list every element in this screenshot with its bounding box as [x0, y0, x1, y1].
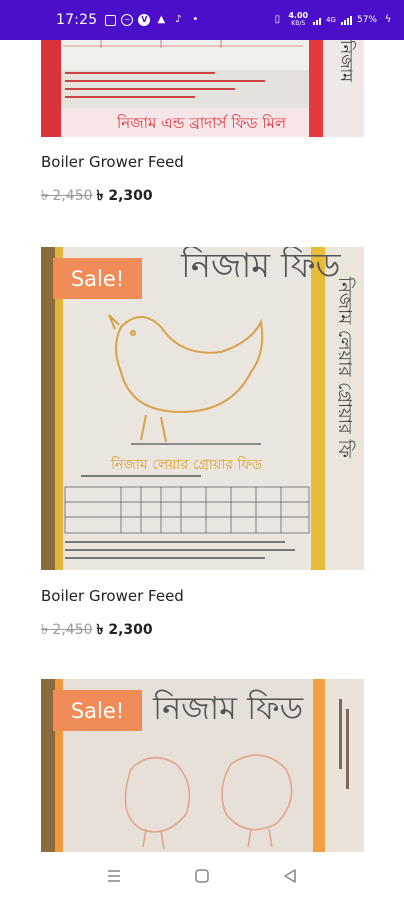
- sale-badge: Sale!: [53, 258, 142, 299]
- svg-text:নিজাম: নিজাম: [337, 40, 356, 83]
- dot-icon: •: [192, 14, 199, 25]
- battery-level: 57%: [356, 15, 377, 25]
- sale-badge: Sale!: [53, 690, 142, 731]
- price-row: ৳ 2,450 ৳ 2,300: [41, 618, 153, 642]
- network-speed-unit: KB/S: [291, 20, 306, 27]
- old-price: ৳ 2,450: [41, 622, 93, 638]
- status-time: 17:25: [56, 12, 98, 28]
- product-image[interactable]: নিজাম ফিড Sale!: [41, 679, 364, 852]
- svg-text:নিজাম লেয়ার গ্রোয়ার ফি: নিজাম লেয়ার গ্রোয়ার ফি: [334, 276, 355, 459]
- charging-icon: ϟ: [384, 14, 392, 25]
- price-row: ৳ 2,450 ৳ 2,300: [41, 184, 153, 208]
- old-price: ৳ 2,450: [41, 188, 93, 204]
- svg-text:নিজাম ফিড: নিজাম ফিড: [152, 689, 304, 727]
- recents-icon: [108, 870, 120, 882]
- back-button[interactable]: [278, 864, 302, 888]
- system-icons: ▯ 4.00 KB/S 4G 57% ϟ: [271, 12, 394, 28]
- messenger-icon: ~: [121, 14, 134, 26]
- product-list: নিজাম এন্ড ব্রাদার্স ফিড মিল নিজাম Boile…: [0, 40, 404, 852]
- back-icon: [284, 869, 296, 883]
- sale-price: ৳ 2,300: [96, 188, 153, 204]
- network-speed: 4.00 KB/S: [288, 12, 308, 28]
- wifi-signal-icon: [313, 15, 322, 25]
- home-icon: [195, 869, 209, 883]
- gallery-icon: [105, 14, 117, 26]
- network-type: 4G: [326, 16, 336, 24]
- system-navigation-bar: [0, 852, 404, 900]
- cell-signal-icon: [340, 15, 352, 25]
- feed-bag-illustration: নিজাম এন্ড ব্রাদার্স ফিড মিল নিজাম: [41, 40, 364, 137]
- status-bar: 17:25 ~ V ▲ ♪ • ▯ 4.00 KB/S 4G 57% ϟ: [0, 0, 404, 40]
- svg-text:নিজাম লেয়ার গ্রোয়ার ফিড: নিজাম লেয়ার গ্রোয়ার ফিড: [110, 456, 263, 473]
- product-image[interactable]: নিজাম এন্ড ব্রাদার্স ফিড মিল নিজাম: [41, 40, 364, 137]
- network-speed-value: 4.00: [288, 11, 309, 20]
- v-app-icon: V: [138, 14, 151, 26]
- svg-text:নিজাম ফিড: নিজাম ফিড: [180, 247, 342, 286]
- notification-icon: ▲: [157, 14, 166, 25]
- sale-price: ৳ 2,300: [96, 622, 153, 638]
- home-button[interactable]: [190, 864, 214, 888]
- recents-button[interactable]: [102, 864, 126, 888]
- notification-icons: ~ V ▲ ♪ •: [105, 14, 201, 26]
- product-image[interactable]: নিজাম ফিড নিজাম লেয়ার গ্রোয়ার ফিড নিজা…: [41, 247, 364, 570]
- svg-text:নিজাম এন্ড ব্রাদার্স ফিড মিল: নিজাম এন্ড ব্রাদার্স ফিড মিল: [116, 114, 287, 132]
- tiktok-icon: ♪: [175, 14, 182, 25]
- product-title[interactable]: Boiler Grower Feed: [41, 153, 184, 171]
- vibrate-icon: ▯: [274, 14, 281, 25]
- product-title[interactable]: Boiler Grower Feed: [41, 587, 184, 605]
